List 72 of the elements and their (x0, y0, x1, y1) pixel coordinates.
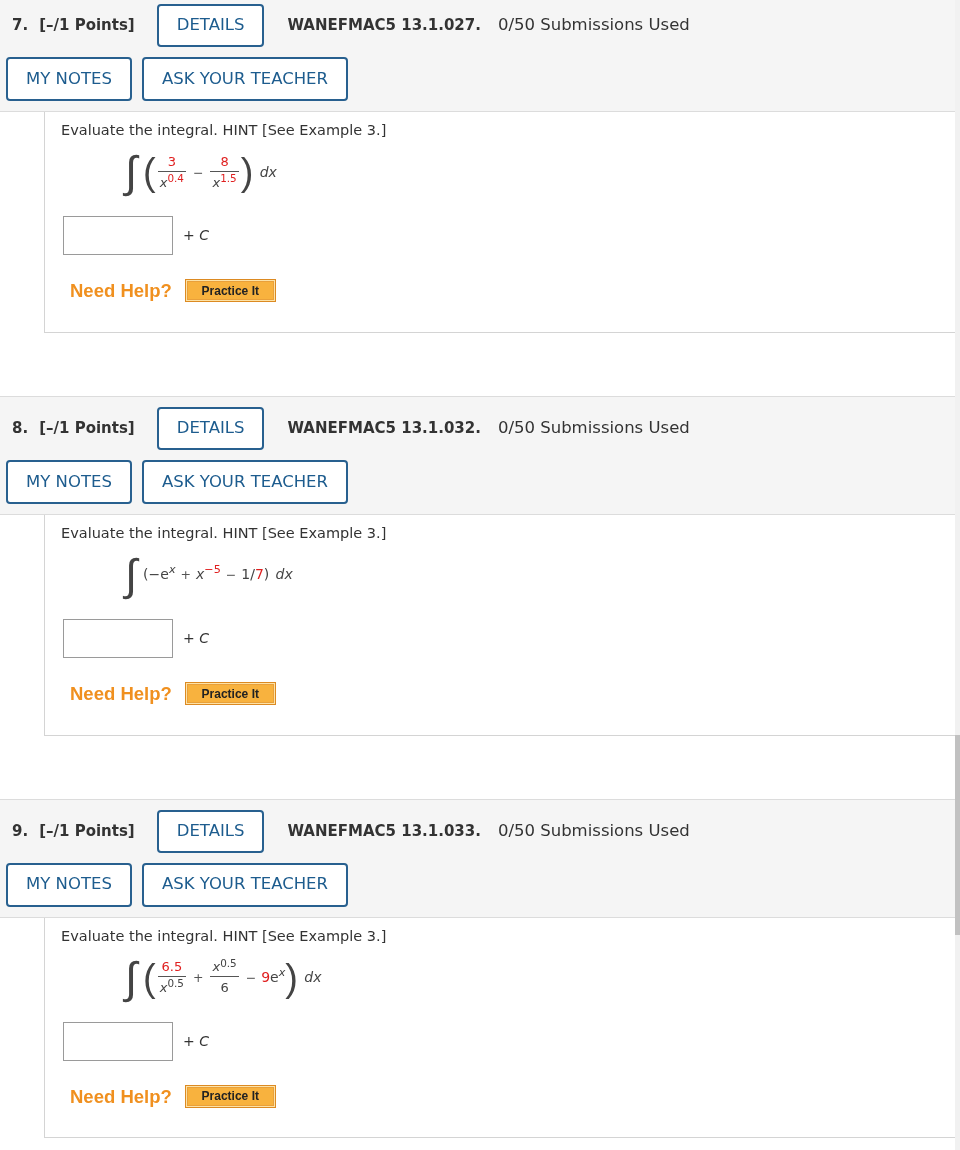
details-button[interactable]: DETAILS (156, 4, 265, 47)
points-label: [–/1 Points] (39, 15, 135, 37)
submissions-count: 0/50 Submissions Used (497, 819, 690, 842)
my-notes-button[interactable]: MY NOTES (6, 459, 132, 504)
my-notes-button[interactable]: MY NOTES (6, 862, 132, 907)
question-number: 9. (12, 820, 29, 842)
ask-teacher-button[interactable]: ASK YOUR TEACHER (141, 57, 348, 101)
parenthesis: ) (285, 958, 298, 997)
math-operator: − (225, 567, 237, 583)
question-code: WANEFMAC5 13.1.027. (287, 15, 481, 37)
details-button[interactable]: DETAILS (156, 809, 265, 853)
need-help-label: Need Help? (70, 1084, 172, 1109)
parenthesis: ) (240, 153, 254, 191)
question-prompt: Evaluate the integral. HINT [See Example 3.] (61, 926, 388, 945)
math-operator: + (180, 567, 191, 583)
question-code: WANEFMAC5 13.1.032. (287, 418, 481, 439)
practice-it-button[interactable]: Practice It (184, 682, 276, 706)
parenthesis: ( (143, 958, 156, 997)
points-label: [–/1 Points] (39, 820, 135, 842)
math-text: 9 (261, 969, 271, 986)
answer-field[interactable] (63, 618, 173, 658)
math-operator: + (192, 970, 204, 985)
practice-it-button[interactable]: Practice It (184, 279, 276, 303)
question-number: 7. (12, 15, 29, 37)
math-variable: x (196, 566, 205, 584)
question-prompt: Evaluate the integral. HINT [See Example 3.] (61, 523, 388, 542)
math-text: 6.5 (161, 959, 183, 975)
exponent: 0.5 (220, 957, 237, 969)
math-variable: x (159, 980, 168, 996)
math-text: 8 (220, 153, 229, 170)
ask-teacher-button[interactable]: ASK YOUR TEACHER (141, 459, 348, 504)
scrollbar-thumb[interactable] (955, 735, 960, 935)
math-text: 7 (254, 566, 264, 584)
exponent: 1.5 (220, 172, 237, 184)
details-button[interactable]: DETAILS (156, 406, 265, 450)
answer-field[interactable] (63, 216, 173, 255)
points-label: [–/1 Points] (39, 418, 135, 439)
exponent: 0.4 (167, 172, 184, 184)
math-variable: x (212, 959, 221, 975)
question-prompt: Evaluate the integral. HINT [See Example 3.] (61, 121, 388, 139)
math-text: e (270, 969, 279, 986)
differential: dx (304, 969, 322, 986)
constant-label: + C (183, 226, 209, 245)
need-help-label: Need Help? (70, 681, 172, 706)
math-text: 3 (167, 153, 176, 170)
question-number: 8. (12, 418, 29, 439)
submissions-count: 0/50 Submissions Used (497, 416, 690, 439)
math-variable: x (159, 174, 168, 191)
math-text: (− (143, 566, 161, 584)
exponent: 0.5 (167, 978, 184, 989)
parenthesis: ( (143, 153, 156, 191)
math-text: ) (263, 566, 270, 584)
math-text: 6 (220, 980, 229, 996)
exponent: x (278, 966, 286, 979)
math-variable: x (212, 174, 221, 191)
constant-label: + C (183, 1031, 209, 1051)
differential: dx (259, 163, 277, 181)
my-notes-button[interactable]: MY NOTES (6, 57, 132, 101)
submissions-count: 0/50 Submissions Used (497, 14, 690, 37)
need-help-label: Need Help? (70, 279, 172, 303)
math-text: e (160, 566, 169, 584)
practice-it-button[interactable]: Practice It (184, 1084, 276, 1108)
question-code: WANEFMAC5 13.1.033. (287, 820, 481, 842)
differential: dx (275, 566, 293, 584)
ask-teacher-button[interactable]: ASK YOUR TEACHER (141, 862, 348, 907)
exponent: x (168, 564, 176, 576)
math-operator: − (245, 970, 257, 985)
math-operator: − (192, 164, 204, 180)
answer-field[interactable] (63, 1021, 173, 1061)
exponent: −5 (204, 564, 221, 576)
constant-label: + C (183, 628, 209, 648)
math-text: 1/ (241, 566, 255, 584)
